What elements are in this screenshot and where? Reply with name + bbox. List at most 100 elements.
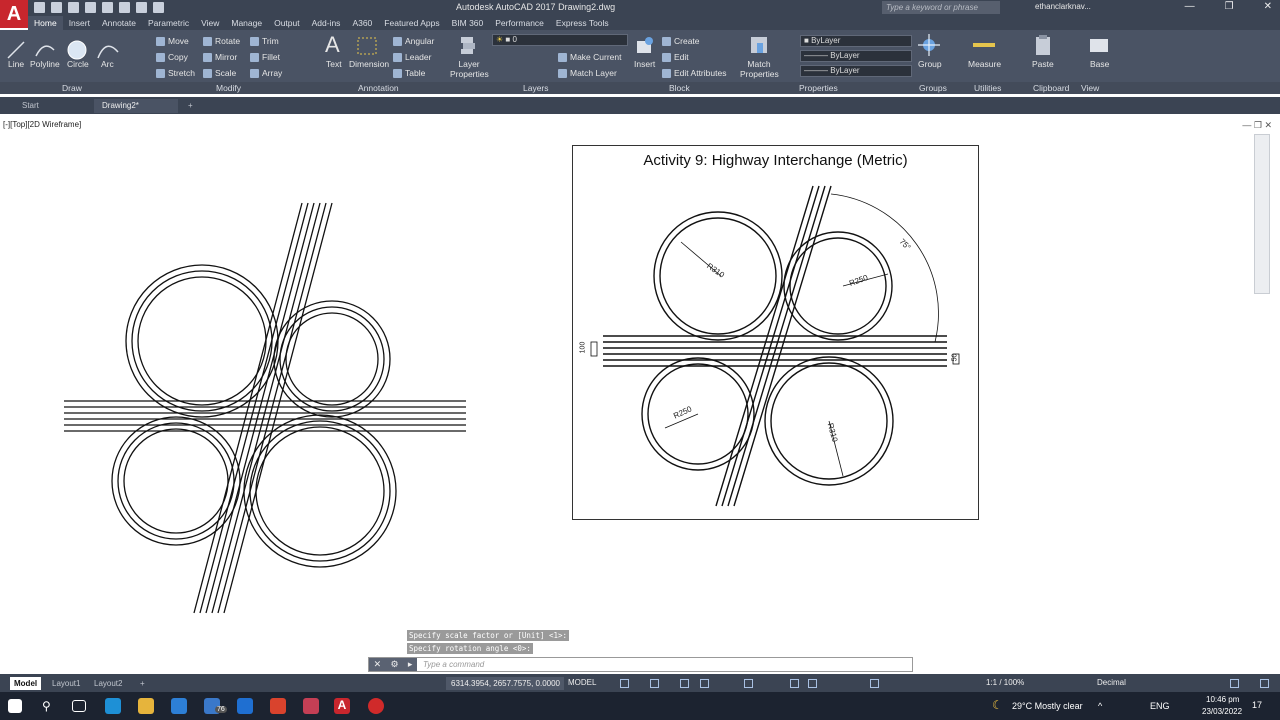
transparency-icon[interactable] [808,679,817,688]
tab-home[interactable]: Home [28,16,63,30]
edit-block-button[interactable]: Edit [662,52,689,63]
panel-draw[interactable]: Draw [62,83,82,93]
tab-express-tools[interactable]: Express Tools [550,16,615,30]
match-layer-button[interactable]: Match Layer [558,68,617,79]
tab-insert[interactable]: Insert [63,16,96,30]
clock-date[interactable]: 23/03/2022 [1202,707,1242,716]
clock-time[interactable]: 10:46 pm [1206,695,1239,704]
search-input[interactable]: Type a keyword or phrase [882,1,1000,14]
panel-annotation[interactable]: Annotation [358,83,399,93]
layer-properties-button[interactable]: Layer Properties [450,59,489,79]
panel-utilities[interactable]: Utilities [974,83,1001,93]
new-icon[interactable] [34,2,45,13]
move-button[interactable]: Move [156,36,189,47]
lineweight-dropdown[interactable]: ——— ByLayer [800,65,912,77]
panel-block[interactable]: Block [669,83,690,93]
tab-add-ins[interactable]: Add-ins [306,16,347,30]
paste-button[interactable]: Paste [1032,59,1054,69]
undo-icon[interactable] [119,2,130,13]
drawing-canvas[interactable]: [-][Top][2D Wireframe] — ❐ ✕ Activity 9:… [0,114,1280,674]
array-button[interactable]: Array [250,68,282,79]
coordinates-readout[interactable]: 6314.3954, 2657.7575, 0.0000 [446,677,564,690]
ortho-icon[interactable] [680,679,689,688]
polyline-button[interactable]: Polyline [30,59,60,69]
weather-icon[interactable]: ☾ [992,698,1003,712]
grid-icon[interactable] [620,679,629,688]
recent-commands-icon[interactable]: ▸ [408,659,413,670]
tab-parametric[interactable]: Parametric [142,16,195,30]
text-button[interactable]: Text [326,59,342,69]
color-dropdown[interactable]: ■ ByLayer [800,35,912,47]
tab-layout2[interactable]: Layout2 [90,677,126,690]
navigation-bar[interactable] [1254,134,1270,294]
open-icon[interactable] [51,2,62,13]
panel-clipboard[interactable]: Clipboard [1033,83,1069,93]
save-icon[interactable] [68,2,79,13]
layer-dropdown[interactable]: ☀ ■ 0 [492,34,628,46]
panel-groups[interactable]: Groups [919,83,947,93]
line-button[interactable]: Line [8,59,24,69]
fullscreen-icon[interactable] [1230,679,1239,688]
insert-button[interactable]: Insert [634,59,655,69]
tab-view[interactable]: View [195,16,225,30]
restore-icon[interactable]: ❐ [1225,1,1234,12]
windows-start-icon[interactable] [8,699,22,713]
wps-icon[interactable] [270,698,286,714]
angular-button[interactable]: Angular [393,36,434,47]
tab-annotate[interactable]: Annotate [96,16,142,30]
copy-button[interactable]: Copy [156,52,188,63]
measure-button[interactable]: Measure [968,59,1001,69]
user-account[interactable]: ethanclarknav... [1035,2,1091,11]
zoom-icon[interactable] [237,698,253,714]
app-logo[interactable]: A [0,0,28,28]
command-input[interactable]: Type a command [417,660,912,669]
new-tab-button[interactable]: + [180,99,201,113]
panel-view[interactable]: View [1081,83,1099,93]
trim-button[interactable]: Trim [250,36,279,47]
scale-button[interactable]: Scale [203,68,236,79]
language-indicator[interactable]: ENG [1150,701,1170,711]
customize-icon[interactable]: ⚙ [390,659,398,670]
leader-button[interactable]: Leader [393,52,431,63]
command-line[interactable]: ✕ ⚙ ▸ Type a command [368,657,913,672]
tab-drawing2[interactable]: Drawing2* [94,99,178,113]
panel-modify[interactable]: Modify [216,83,241,93]
highway-interchange-drawing[interactable] [60,199,472,619]
dimension-button[interactable]: Dimension [349,59,389,69]
annotation-scale[interactable]: 1:1 / 100% [986,678,1024,687]
close-command-icon[interactable]: ✕ [374,659,382,670]
reference-image[interactable]: Activity 9: Highway Interchange (Metric)… [572,145,979,520]
tab-start[interactable]: Start [14,99,47,113]
mirror-button[interactable]: Mirror [203,52,237,63]
edit-attributes-button[interactable]: Edit Attributes [662,68,726,79]
panel-layers[interactable]: Layers [523,83,549,93]
tab-model[interactable]: Model [10,677,42,690]
tab-bim-360[interactable]: BIM 360 [446,16,490,30]
recorder-icon[interactable] [368,698,384,714]
close-icon[interactable]: ✕ [1264,1,1272,12]
model-space-toggle[interactable]: MODEL [568,678,596,687]
circle-button[interactable]: Circle [67,59,89,69]
tab-layout1[interactable]: Layout1 [48,677,84,690]
tab-featured-apps[interactable]: Featured Apps [378,16,445,30]
add-layout-button[interactable]: + [136,677,149,690]
base-button[interactable]: Base [1090,59,1109,69]
tab-output[interactable]: Output [268,16,306,30]
customization-icon[interactable] [1260,679,1269,688]
plot-icon[interactable] [153,2,164,13]
snap-icon[interactable] [650,679,659,688]
gmail-icon[interactable] [303,698,319,714]
panel-properties[interactable]: Properties [799,83,838,93]
store-icon[interactable] [171,698,187,714]
match-properties-button[interactable]: Match Properties [740,59,779,79]
stretch-button[interactable]: Stretch [156,68,195,79]
arc-button[interactable]: Arc [101,59,114,69]
units-selector[interactable]: Decimal [1097,678,1126,687]
tab-manage[interactable]: Manage [225,16,268,30]
fillet-button[interactable]: Fillet [250,52,280,63]
notifications-badge[interactable]: 17 [1252,700,1262,710]
file-explorer-icon[interactable] [138,698,154,714]
autocad-taskbar-icon[interactable]: A [334,698,350,714]
edge-icon[interactable] [105,698,121,714]
tab-performance[interactable]: Performance [489,16,550,30]
